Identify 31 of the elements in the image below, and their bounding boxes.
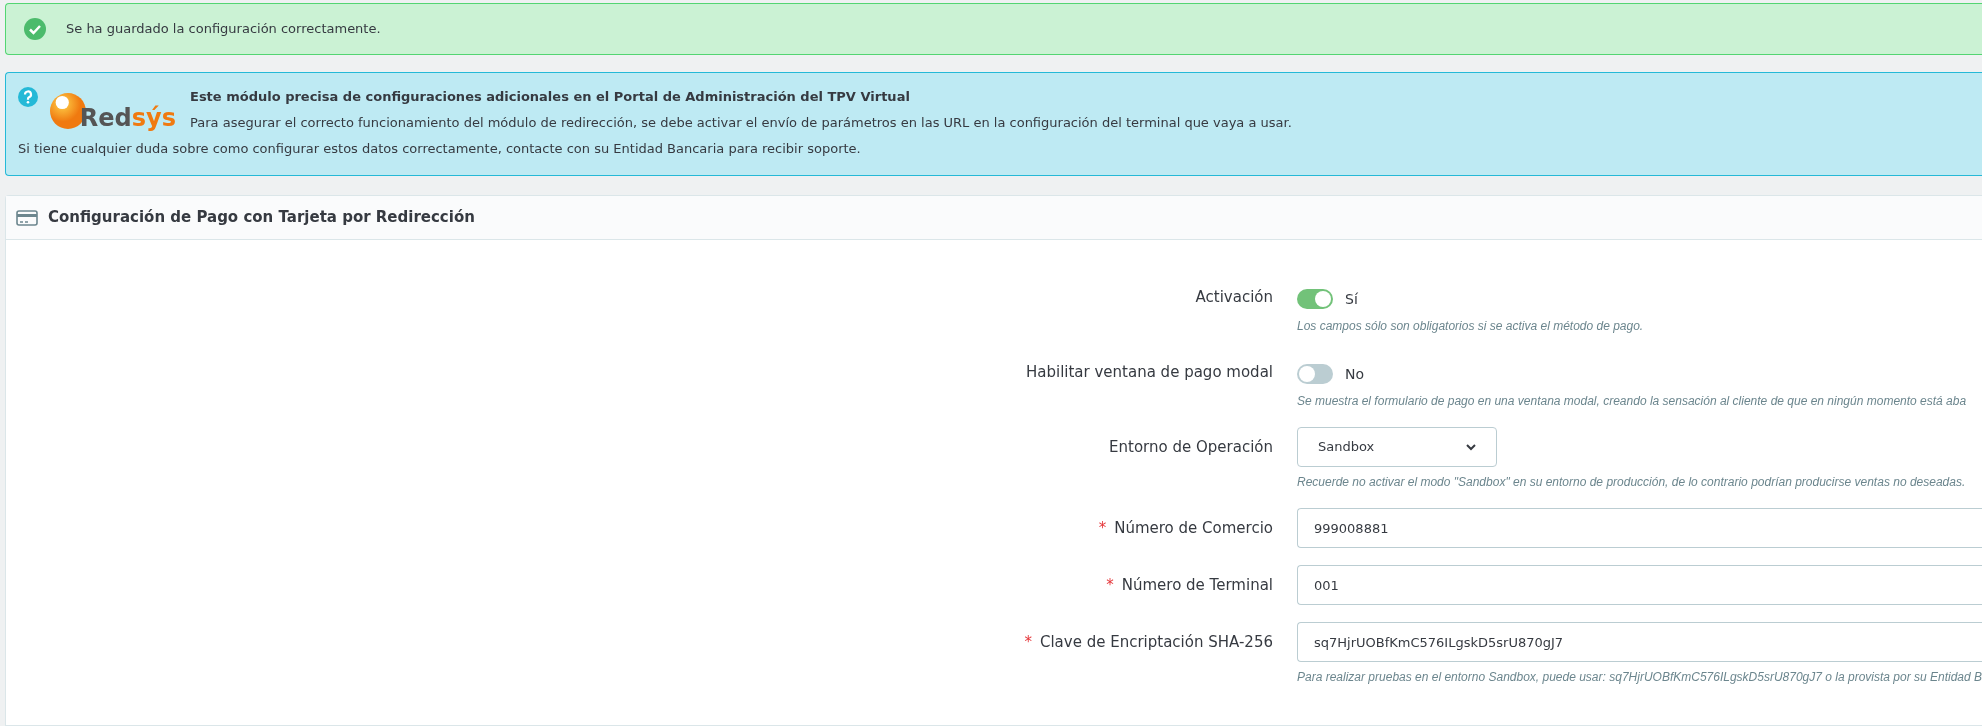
toggle-switch[interactable] [1297,364,1333,384]
field-label: Número de Comercio [1114,517,1273,539]
chevron-down-icon [1466,443,1476,451]
input-field[interactable]: 001 [1297,565,1982,605]
alert-message: Se ha guardado la configuración correctamente. [66,20,381,39]
info-text: Si tiene cualquier duda sobre como configurar estos datos correctamente, contacte con su Entidad Bancaria para recibir soporte. [18,140,862,158]
help-text: Los campos sólo son obligatorios si se activa el método de pago. [1297,318,1645,335]
logo-wordmark: Redsýs [79,103,176,134]
field-label: Clave de Encriptación SHA-256 [1039,631,1273,653]
toggle-label: Sí [1345,289,1358,309]
field-label: Número de Terminal [1121,574,1273,596]
required-mark: * [1098,517,1107,539]
required-mark: * [1106,574,1114,596]
toggle-switch[interactable] [1297,289,1333,309]
field-label: Entorno de Operación [1109,436,1273,458]
credit-card-icon [16,209,38,226]
check-circle-icon [24,18,46,40]
field-label: Activación [1195,286,1273,308]
input-field[interactable]: sq7HjrUOBfKmC576ILgskD5srU870gJ7 [1297,622,1982,662]
help-text: Recuerde no activar el modo "Sandbox" en su entorno de producción, de lo contrario podrían producirse ventas no deseadas. [1297,474,1967,491]
select-dropdown[interactable]: Sandbox [1297,427,1497,467]
required-mark: * [1024,631,1032,653]
question-circle-icon [18,87,38,107]
panel-title: Configuración de Pago con Tarjeta por Redirección [48,207,475,229]
help-text: Para realizar pruebas en el entorno Sandbox, puede usar: sq7HjrUOBfKmC576ILgskD5srU870gJ7 o la provista por su Entidad B [1297,669,1982,686]
info-heading: Este módulo precisa de configuraciones adicionales en el Portal de Administración del TPV Virtual [190,88,911,106]
field-label: Habilitar ventana de pago modal [1025,361,1273,383]
info-text: Para asegurar el correcto funcionamiento del módulo de redirección, se debe activar el envío de parámetros en las URL en la configuración del terminal que vaya a usar. [190,113,1292,132]
input-field[interactable]: 999008881 [1297,508,1982,548]
toggle-label: No [1345,364,1365,384]
help-text: Se muestra el formulario de pago en una ventana modal, creando la sensación al cliente de que en ningún momento está aba [1297,393,1968,410]
